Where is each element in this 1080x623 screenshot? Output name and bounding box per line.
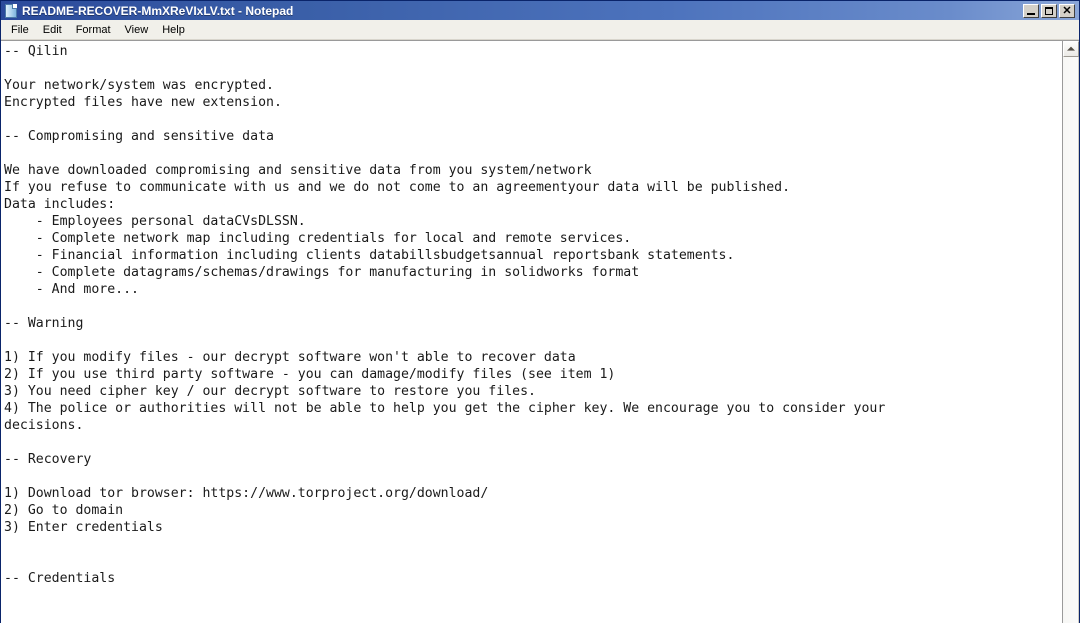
document-line: -- Warning [4, 316, 84, 331]
minimize-button[interactable] [1023, 3, 1039, 18]
menu-item-file[interactable]: File [4, 22, 36, 38]
document-line: - Employees personal dataCVsDLSSN. [4, 214, 306, 229]
document-line: -- Recovery [4, 452, 92, 467]
notepad-document-icon [4, 3, 18, 18]
document-line: Your network/system was encrypted. [4, 78, 274, 93]
document-line: We have downloaded compromising and sens… [4, 163, 592, 178]
close-button[interactable]: ✕ [1059, 3, 1075, 18]
menu-item-edit[interactable]: Edit [36, 22, 69, 38]
document-line: 1) Download tor browser: https://www.tor… [4, 486, 489, 501]
text-editor[interactable]: -- Qilin Your network/system was encrypt… [1, 40, 1062, 623]
vertical-scrollbar[interactable] [1062, 40, 1079, 623]
document-line: - And more... [4, 282, 139, 297]
document-line: -- Credentials [4, 571, 116, 586]
document-line: If you refuse to communicate with us and… [4, 180, 791, 195]
notepad-window: README-RECOVER-MmXReVIxLV.txt - Notepad … [0, 0, 1080, 623]
document-line: 3) Enter credentials [4, 520, 163, 535]
menu-item-help[interactable]: Help [155, 22, 192, 38]
document-line: 3) You need cipher key / our decrypt sof… [4, 384, 536, 399]
close-icon: ✕ [1062, 4, 1072, 17]
document-line: 4) The police or authorities will not be… [4, 401, 886, 416]
document-line: 1) If you modify files - our decrypt sof… [4, 350, 576, 365]
document-line: -- Compromising and sensitive data [4, 129, 274, 144]
credentials-block[interactable]: Extension: Domain: login: password: [3, 604, 1062, 623]
document-line: - Complete network map including credent… [4, 231, 632, 246]
document-line: Data includes: [4, 197, 116, 212]
document-line: Encrypted files have new extension. [4, 95, 282, 110]
window-controls: ✕ [1023, 3, 1075, 18]
document-line: 2) Go to domain [4, 503, 124, 518]
scroll-up-button[interactable] [1063, 41, 1079, 57]
document-line: decisions. [4, 418, 84, 433]
menu-bar: File Edit Format View Help [1, 20, 1079, 40]
document-line: - Financial information including client… [4, 248, 735, 263]
scrollbar-track[interactable] [1063, 57, 1079, 623]
maximize-button[interactable] [1041, 3, 1057, 18]
scroll-up-arrow-icon [1067, 46, 1075, 51]
document-line: -- Qilin [4, 44, 68, 59]
document-line: 2) If you use third party software - you… [4, 367, 616, 382]
document-text[interactable]: -- Qilin Your network/system was encrypt… [3, 43, 1062, 604]
window-title: README-RECOVER-MmXReVIxLV.txt - Notepad [22, 3, 294, 18]
editor-area: -- Qilin Your network/system was encrypt… [1, 40, 1079, 623]
menu-item-format[interactable]: Format [69, 22, 118, 38]
title-bar: README-RECOVER-MmXReVIxLV.txt - Notepad … [1, 0, 1079, 20]
document-line: - Complete datagrams/schemas/drawings fo… [4, 265, 640, 280]
menu-item-view[interactable]: View [118, 22, 156, 38]
